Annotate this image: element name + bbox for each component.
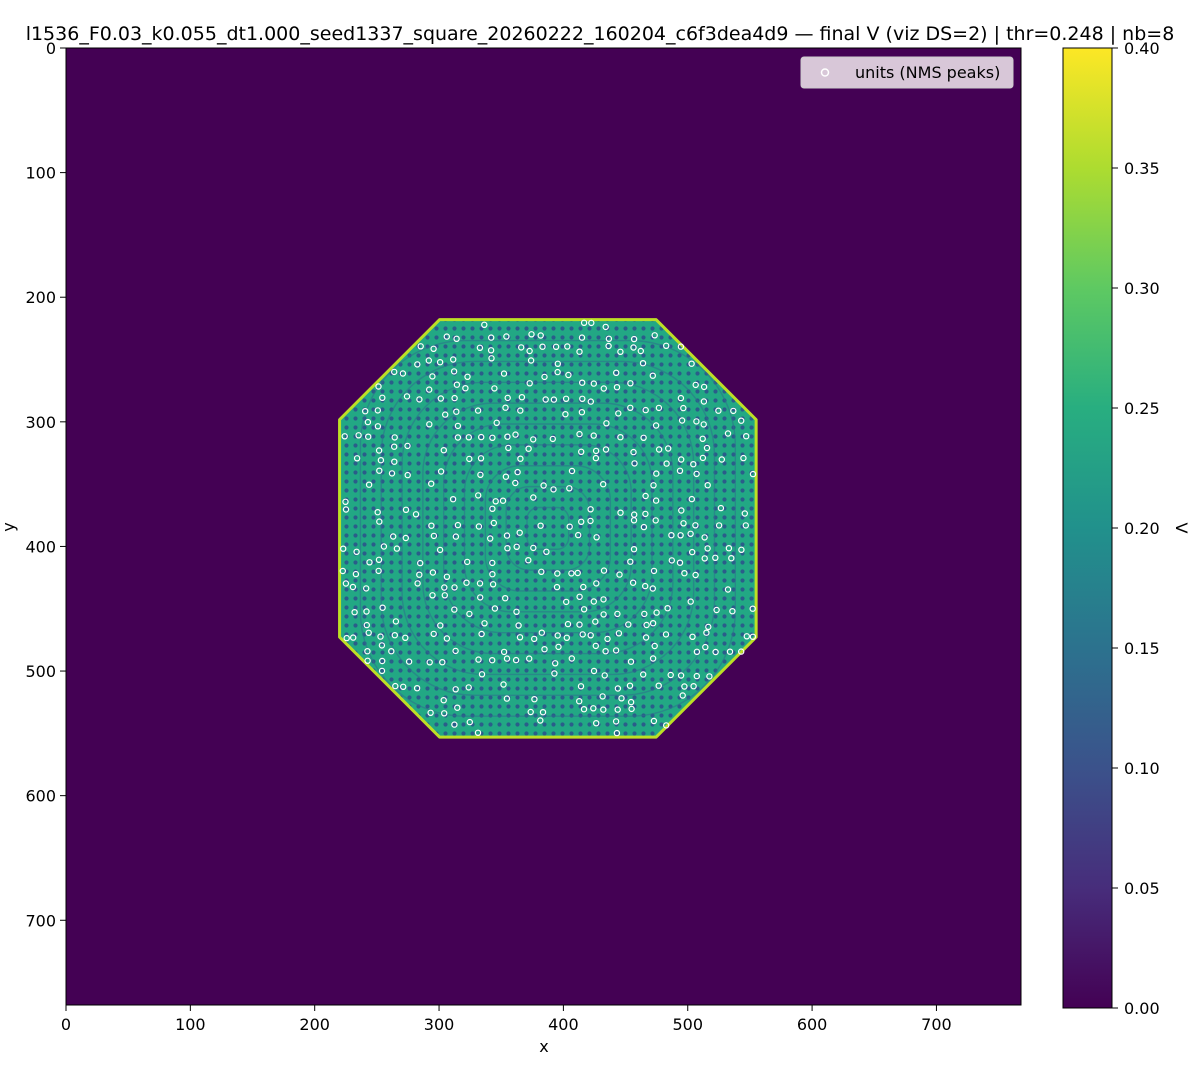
colorbar-tick-label: 0.35 xyxy=(1124,159,1160,178)
chart-title: l1536_F0.03_k0.055_dt1.000_seed1337_squa… xyxy=(26,23,1175,45)
colorbar-tick-label: 0.30 xyxy=(1124,279,1160,298)
y-tick-label: 400 xyxy=(25,537,56,556)
x-tick-label: 400 xyxy=(548,1015,579,1034)
x-tick-label: 200 xyxy=(299,1015,330,1034)
x-tick-label: 300 xyxy=(424,1015,455,1034)
colorbar-tick-label: 0.15 xyxy=(1124,639,1160,658)
y-tick-label: 100 xyxy=(25,164,56,183)
x-tick-label: 0 xyxy=(61,1015,71,1034)
colorbar xyxy=(1062,47,1113,1009)
y-tick-label: 200 xyxy=(25,288,56,307)
y-tick-label: 600 xyxy=(25,787,56,806)
colorbar-tick-label: 0.25 xyxy=(1124,399,1160,418)
y-axis-label: y xyxy=(0,522,18,531)
colorbar-label: V xyxy=(1172,523,1191,534)
x-tick-label: 700 xyxy=(921,1015,952,1034)
y-tick-label: 0 xyxy=(46,39,56,58)
y-tick-label: 300 xyxy=(25,413,56,432)
legend-label: units (NMS peaks) xyxy=(855,63,1000,82)
x-tick-label: 500 xyxy=(672,1015,703,1034)
chart-figure: l1536_F0.03_k0.055_dt1.000_seed1337_squa… xyxy=(0,23,1191,1056)
colorbar-tick-label: 0.40 xyxy=(1124,39,1160,58)
colorbar-tick-label: 0.10 xyxy=(1124,759,1160,778)
legend: units (NMS peaks) xyxy=(800,56,1014,89)
y-tick-label: 500 xyxy=(25,662,56,681)
y-tick-label: 700 xyxy=(25,911,56,930)
colorbar-tick-label: 0.20 xyxy=(1124,519,1160,538)
x-axis-label: x xyxy=(539,1037,548,1056)
x-tick-label: 600 xyxy=(797,1015,828,1034)
colorbar-tick-label: 0.00 xyxy=(1124,999,1160,1018)
colorbar-tick-label: 0.05 xyxy=(1124,879,1160,898)
x-tick-label: 100 xyxy=(175,1015,206,1034)
